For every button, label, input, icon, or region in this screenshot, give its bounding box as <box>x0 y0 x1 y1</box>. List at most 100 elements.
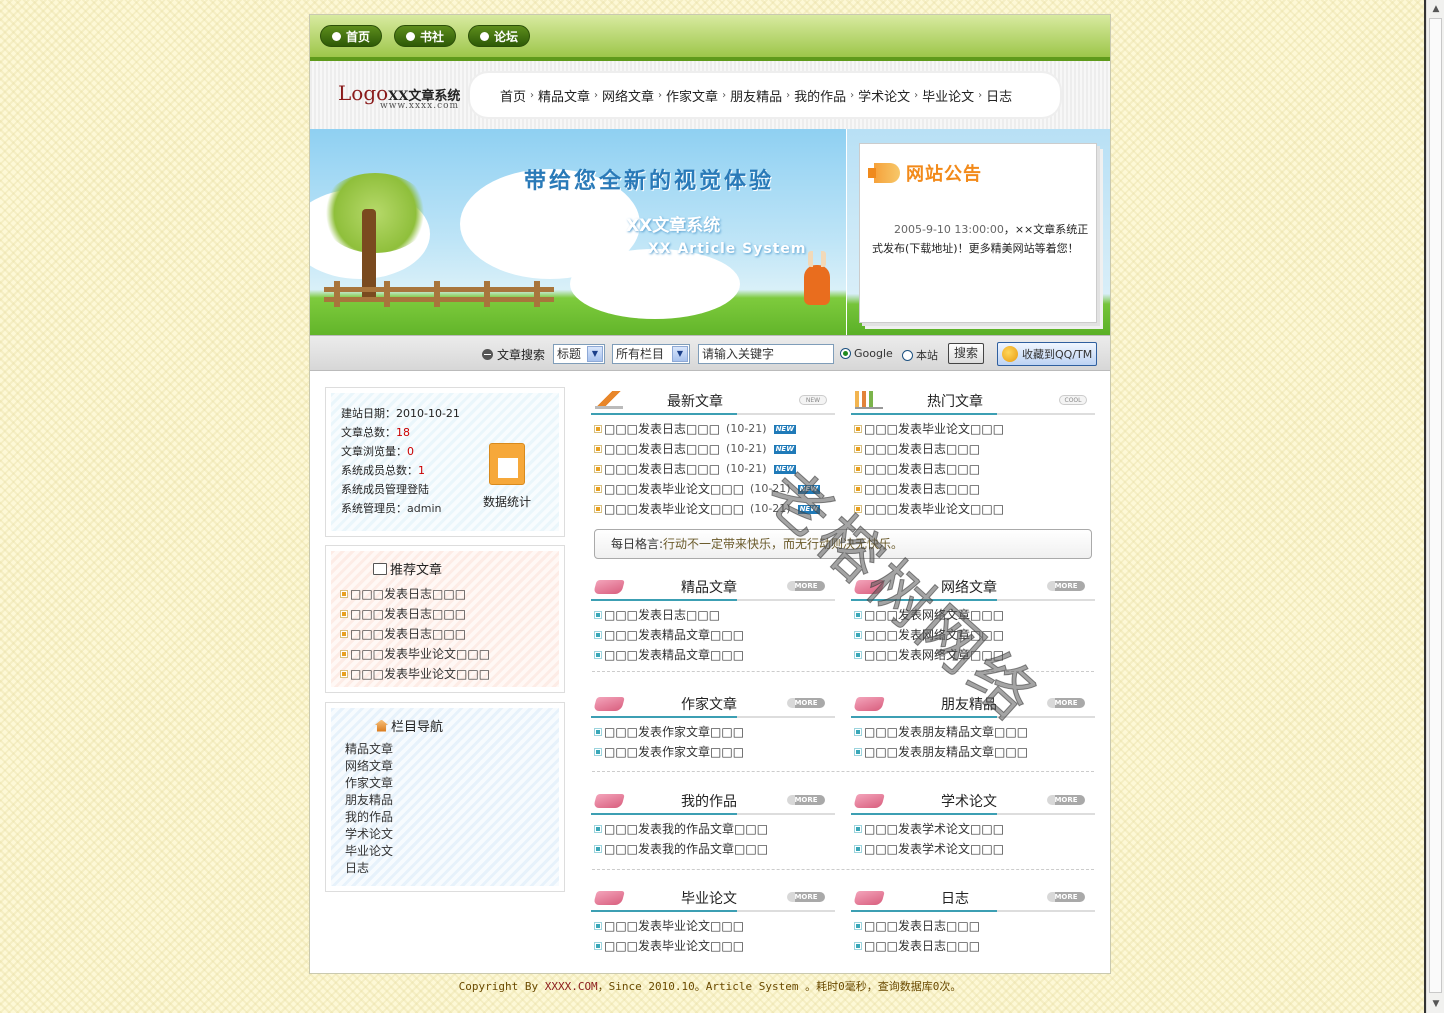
menu-item[interactable]: 首页 <box>500 86 526 105</box>
panel-title[interactable]: 精品文章 <box>681 577 737 597</box>
recommend-item[interactable]: □□□发表日志□□□ <box>340 584 549 604</box>
panel-title[interactable]: 日志 <box>941 888 969 908</box>
category-item[interactable]: □□□发表日志□□□ <box>851 936 1095 956</box>
hot-item[interactable]: □□□发表日志□□□ <box>851 479 1095 499</box>
latest-item[interactable]: □□□发表日志□□□ (10-21) NEW <box>591 419 835 439</box>
panel-title[interactable]: 学术论文 <box>941 791 997 811</box>
column-nav-item[interactable]: 我的作品 <box>343 809 547 826</box>
category-item[interactable]: □□□发表学术论文□□□ <box>851 839 1095 859</box>
column-nav-item[interactable]: 作家文章 <box>343 775 547 792</box>
category-item[interactable]: □□□发表精品文章□□□ <box>591 645 835 665</box>
hot-item[interactable]: □□□发表日志□□□ <box>851 439 1095 459</box>
recommend-item[interactable]: □□□发表毕业论文□□□ <box>340 644 549 664</box>
radio-label: 本站 <box>916 349 938 362</box>
category-item[interactable]: □□□发表作家文章□□□ <box>591 722 835 742</box>
category-item[interactable]: □□□发表网络文章□□□ <box>851 605 1095 625</box>
category-item[interactable]: □□□发表我的作品文章□□□ <box>591 839 835 859</box>
panel-title[interactable]: 毕业论文 <box>681 888 737 908</box>
more-button[interactable]: MORE <box>787 795 825 805</box>
site-logo[interactable]: LogoXX文章系统 www.xxxx.com <box>338 81 460 111</box>
category-item[interactable]: □□□发表网络文章□□□ <box>851 625 1095 645</box>
panel-title[interactable]: 朋友精品 <box>941 694 997 714</box>
category-item[interactable]: □□□发表朋友精品文章□□□ <box>851 722 1095 742</box>
category-panel: 毕业论文 MORE □□□发表毕业论文□□□ □□□发表毕业论文□□□ <box>591 882 835 956</box>
search-site-radio[interactable]: 本站 <box>902 347 938 363</box>
topnav-forum-button[interactable]: 论坛 <box>468 25 530 47</box>
category-item[interactable]: □□□发表朋友精品文章□□□ <box>851 742 1095 762</box>
bullet-icon <box>594 425 602 433</box>
panel-title[interactable]: 我的作品 <box>681 791 737 811</box>
chevron-down-icon[interactable]: ▼ <box>587 346 603 362</box>
column-nav-item[interactable]: 朋友精品 <box>343 792 547 809</box>
scroll-thumb[interactable] <box>1429 18 1442 993</box>
more-button[interactable]: MORE <box>1047 892 1085 902</box>
recommend-item[interactable]: □□□发表日志□□□ <box>340 624 549 644</box>
menu-item[interactable]: 精品文章 <box>538 86 590 105</box>
category-item[interactable]: □□□发表毕业论文□□□ <box>591 936 835 956</box>
panel-title[interactable]: 作家文章 <box>681 694 737 714</box>
menu-item[interactable]: 作家文章 <box>666 86 718 105</box>
more-button[interactable]: MORE <box>787 698 825 708</box>
menu-item[interactable]: 网络文章 <box>602 86 654 105</box>
latest-item[interactable]: □□□发表毕业论文□□□ (10-21) NEW <box>591 479 835 499</box>
column-nav-item[interactable]: 学术论文 <box>343 826 547 843</box>
add-favorite-button[interactable]: 收藏到QQ/TM <box>997 342 1097 366</box>
recommend-item-text: □□□发表日志□□□ <box>350 587 467 601</box>
category-item[interactable]: □□□发表毕业论文□□□ <box>591 916 835 936</box>
panel-header: 日志 MORE <box>851 882 1095 912</box>
panel-title[interactable]: 网络文章 <box>941 577 997 597</box>
latest-item[interactable]: □□□发表毕业论文□□□ (10-21) NEW <box>591 499 835 519</box>
radio-icon[interactable] <box>840 348 851 359</box>
category-item[interactable]: □□□发表精品文章□□□ <box>591 625 835 645</box>
statistics-icon[interactable] <box>489 443 525 485</box>
search-google-radio[interactable]: Google <box>840 347 893 360</box>
category-item[interactable]: □□□发表日志□□□ <box>851 916 1095 936</box>
more-button[interactable]: MORE <box>1047 795 1085 805</box>
column-nav-item[interactable]: 网络文章 <box>343 758 547 775</box>
menu-item[interactable]: 我的作品 <box>794 86 846 105</box>
topnav-bookclub-button[interactable]: 书社 <box>394 25 456 47</box>
search-keyword-input[interactable]: 请输入关键字 <box>698 344 834 364</box>
recommend-item[interactable]: □□□发表毕业论文□□□ <box>340 664 549 684</box>
chevron-down-icon[interactable]: ▼ <box>672 346 688 362</box>
latest-item[interactable]: □□□发表日志□□□ (10-21) NEW <box>591 439 835 459</box>
radio-icon[interactable] <box>902 349 913 361</box>
latest-item[interactable]: □□□发表日志□□□ (10-21) NEW <box>591 459 835 479</box>
hot-item[interactable]: □□□发表日志□□□ <box>851 459 1095 479</box>
search-field-select[interactable]: 标题 ▼ <box>553 344 605 364</box>
category-item[interactable]: □□□发表我的作品文章□□□ <box>591 819 835 839</box>
menu-item[interactable]: 朋友精品 <box>730 86 782 105</box>
more-button[interactable]: MORE <box>1047 698 1085 708</box>
category-item[interactable]: □□□发表网络文章□□□ <box>851 645 1095 665</box>
vertical-scrollbar[interactable]: ▲ ▼ <box>1426 0 1444 1013</box>
category-item[interactable]: □□□发表学术论文□□□ <box>851 819 1095 839</box>
statistics-label[interactable]: 数据统计 <box>483 493 531 510</box>
scroll-up-icon[interactable]: ▲ <box>1429 2 1443 16</box>
footer-site-link[interactable]: XXXX.COM <box>545 980 598 993</box>
hot-item[interactable]: □□□发表毕业论文□□□ <box>851 499 1095 519</box>
search-button[interactable]: 搜索 <box>948 343 985 364</box>
menu-item[interactable]: 学术论文 <box>858 86 910 105</box>
hot-item[interactable]: □□□发表毕业论文□□□ <box>851 419 1095 439</box>
column-nav-item[interactable]: 精品文章 <box>343 741 547 758</box>
column-nav-item[interactable]: 日志 <box>343 860 547 877</box>
column-nav-item[interactable]: 毕业论文 <box>343 843 547 860</box>
menu-item[interactable]: 毕业论文 <box>922 86 974 105</box>
panel-header: 热门文章 COOL <box>851 385 1095 415</box>
topnav-home-button[interactable]: 首页 <box>320 25 382 47</box>
bullet-icon <box>340 630 348 638</box>
menu-separator-icon: › <box>530 89 535 101</box>
category-item[interactable]: □□□发表作家文章□□□ <box>591 742 835 762</box>
section-divider <box>592 869 1094 870</box>
more-button[interactable]: MORE <box>787 581 825 591</box>
search-column-select[interactable]: 所有栏目 ▼ <box>612 344 690 364</box>
notice-title-text: 网站公告 <box>906 164 982 185</box>
category-item[interactable]: □□□发表日志□□□ <box>591 605 835 625</box>
more-button[interactable]: MORE <box>787 892 825 902</box>
recommend-item[interactable]: □□□发表日志□□□ <box>340 604 549 624</box>
menu-item[interactable]: 日志 <box>986 86 1012 105</box>
more-button[interactable]: MORE <box>1047 581 1085 591</box>
latest-list: □□□发表日志□□□ (10-21) NEW □□□发表日志□□□ (10-21) NEW… <box>591 415 835 519</box>
scroll-down-icon[interactable]: ▼ <box>1429 997 1443 1011</box>
category-item-text: □□□发表精品文章□□□ <box>604 628 745 642</box>
